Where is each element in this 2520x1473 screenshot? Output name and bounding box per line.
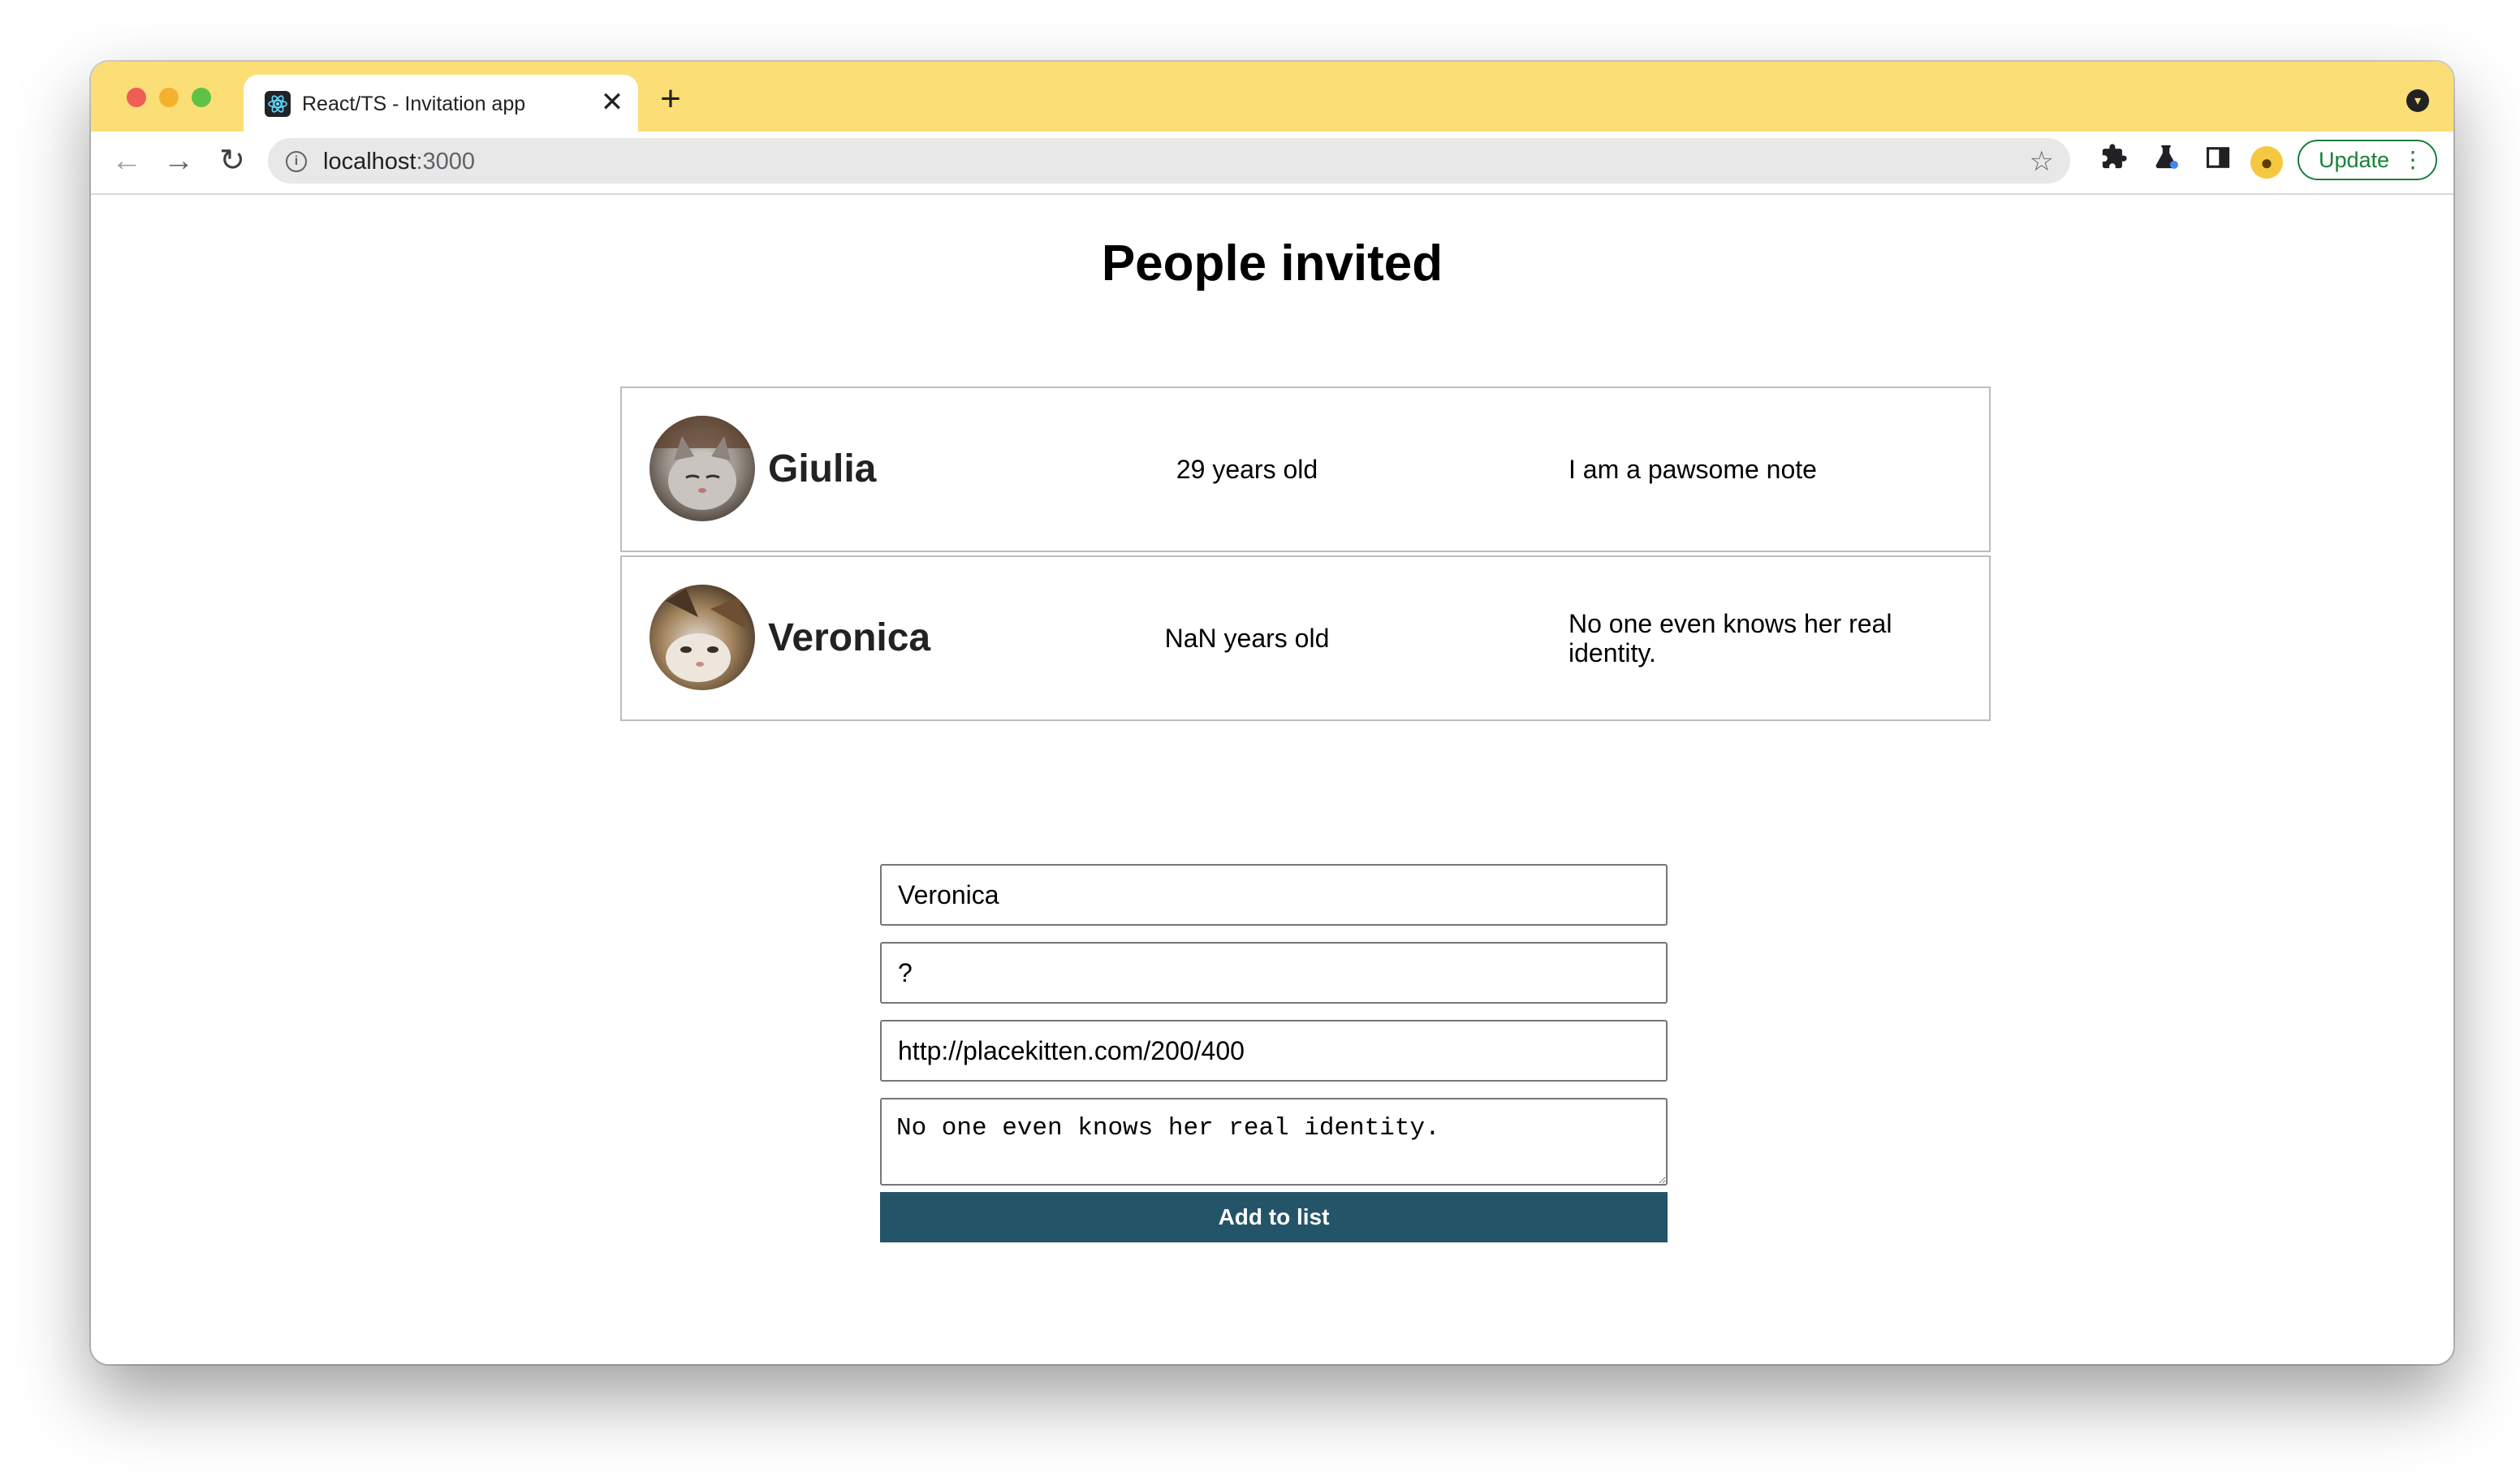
page-content: People invited Giulia 29 years old I am … xyxy=(91,195,2453,1364)
tab-close-icon[interactable]: ✕ xyxy=(598,86,627,119)
labs-flask-icon[interactable] xyxy=(2148,143,2184,179)
new-tab-button[interactable]: + xyxy=(653,81,688,117)
more-menu-icon[interactable]: ⋮ xyxy=(2401,141,2424,179)
site-info-icon[interactable]: i xyxy=(286,151,307,172)
url-port: :3000 xyxy=(416,149,476,175)
tab-title: React/TS - Invitation app xyxy=(302,93,526,115)
update-button[interactable]: Update ⋮ xyxy=(2298,140,2437,180)
tab-strip: React/TS - Invitation app ✕ + ▾ xyxy=(91,62,2453,133)
react-favicon-icon xyxy=(265,91,291,117)
person-note: I am a pawsome note xyxy=(1569,455,1817,484)
people-list: Giulia 29 years old I am a pawsome note xyxy=(620,387,1991,724)
add-person-form: No one even knows her real identity. Add… xyxy=(880,864,1668,1242)
address-bar[interactable]: i localhost:3000 ☆ xyxy=(268,138,2070,184)
person-name: Veronica xyxy=(768,616,931,659)
reload-icon[interactable]: ↻ xyxy=(213,141,252,180)
add-to-list-button[interactable]: Add to list xyxy=(880,1192,1668,1242)
person-note: No one even knows her real identity. xyxy=(1569,609,1892,667)
person-age: 29 years old xyxy=(1176,455,1318,484)
forward-arrow-icon[interactable]: → xyxy=(159,141,198,180)
url-host: localhost xyxy=(323,149,416,175)
bookmark-star-icon[interactable]: ☆ xyxy=(2030,145,2054,178)
avatar xyxy=(649,416,755,521)
profile-avatar-icon[interactable]: ● xyxy=(2250,146,2283,179)
list-item: Giulia 29 years old I am a pawsome note xyxy=(620,387,1991,552)
browser-toolbar: ← → ↻ i localhost:3000 ☆ ● Update ⋮ xyxy=(91,132,2453,195)
avatar xyxy=(649,585,755,690)
note-textarea[interactable]: No one even knows her real identity. xyxy=(880,1098,1668,1186)
page-title: People invited xyxy=(1101,235,1443,292)
image-url-input[interactable] xyxy=(880,1020,1668,1082)
person-name: Giulia xyxy=(768,447,877,490)
extensions-puzzle-icon[interactable] xyxy=(2096,143,2132,179)
person-age: NaN years old xyxy=(1164,624,1330,653)
side-panel-icon[interactable] xyxy=(2200,143,2236,179)
back-arrow-icon[interactable]: ← xyxy=(107,141,146,180)
update-label: Update xyxy=(2319,148,2390,172)
window-minimize-button[interactable] xyxy=(159,88,179,107)
window-maximize-button[interactable] xyxy=(192,88,211,107)
browser-tab-active[interactable]: React/TS - Invitation app ✕ xyxy=(244,75,638,133)
window-close-button[interactable] xyxy=(127,88,146,107)
url-text[interactable]: localhost:3000 xyxy=(323,149,475,175)
age-input[interactable] xyxy=(880,942,1668,1004)
tab-search-icon[interactable]: ▾ xyxy=(2406,89,2429,112)
name-input[interactable] xyxy=(880,864,1668,926)
browser-window: React/TS - Invitation app ✕ + ▾ ← → ↻ i … xyxy=(91,62,2453,1364)
list-item: Veronica NaN years old No one even knows… xyxy=(620,555,1991,721)
